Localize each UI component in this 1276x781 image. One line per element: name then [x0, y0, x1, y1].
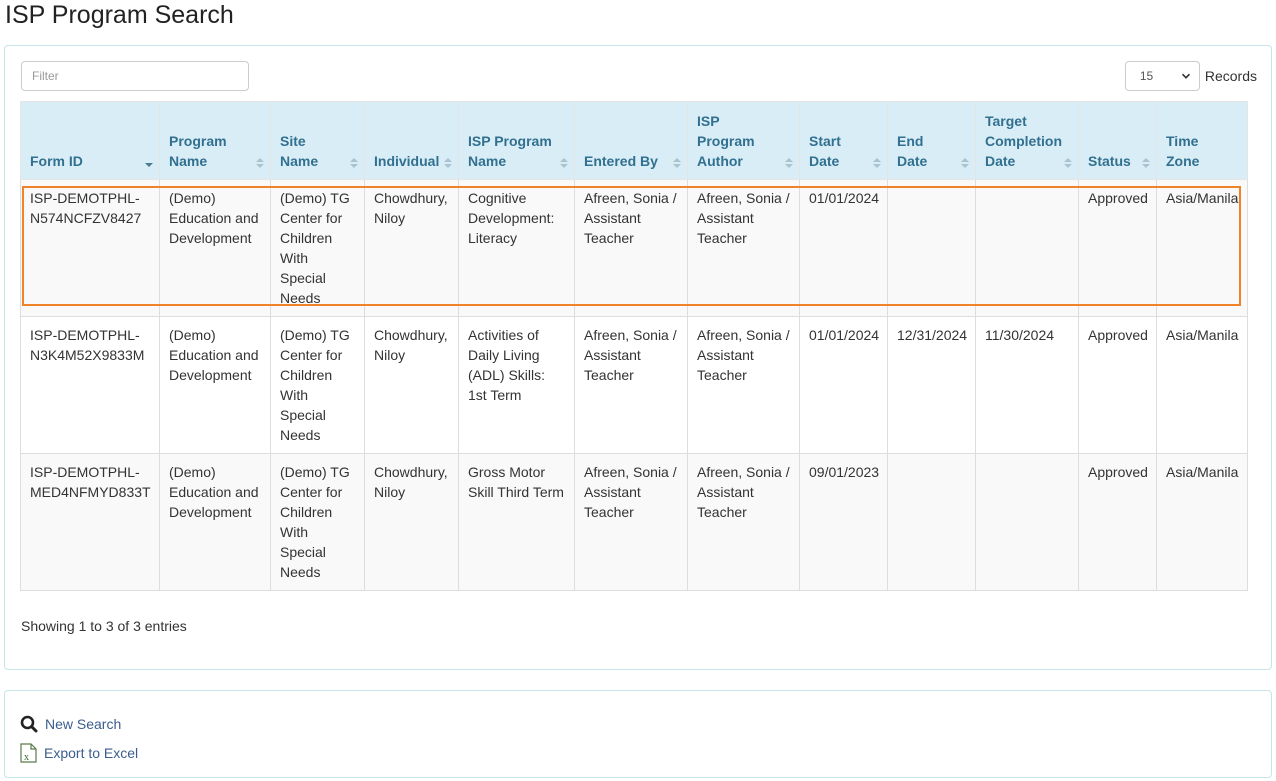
column-header-target-completion-date[interactable]: Target Completion Date — [975, 101, 1079, 180]
column-header-start-date[interactable]: Start Date — [799, 101, 888, 180]
column-header-status[interactable]: Status — [1078, 101, 1157, 180]
cell-site-name: (Demo) TG Center for Children With Speci… — [270, 179, 365, 317]
cell-status: Approved — [1078, 179, 1157, 317]
column-header-label: Target Completion Date — [985, 113, 1062, 169]
cell-entered-by: Afreen, Sonia / Assistant Teacher — [574, 316, 688, 454]
cell-target-completion-date — [975, 453, 1079, 591]
column-header-end-date[interactable]: End Date — [887, 101, 976, 180]
sort-both-icon — [1142, 158, 1150, 168]
cell-form-id: ISP-DEMOTPHL-N574NCFZV8427 — [20, 179, 160, 317]
table-header-row: Form ID Program Name Site Name Individual IS… — [20, 101, 1248, 180]
new-search-label: New Search — [45, 716, 122, 732]
sort-both-icon — [560, 158, 568, 168]
column-header-label: Individual — [374, 153, 440, 169]
column-header-label: Start Date — [809, 133, 841, 169]
cell-start-date: 01/01/2024 — [799, 179, 888, 317]
sort-both-icon — [350, 158, 358, 168]
actions-panel: New Search x Export to Excel — [4, 690, 1272, 778]
chevron-down-icon — [1181, 73, 1190, 79]
column-header-label: Status — [1088, 153, 1131, 169]
cell-time-zone: Asia/Manila — [1156, 179, 1248, 317]
column-header-isp-program-author[interactable]: ISP Program Author — [687, 101, 800, 180]
cell-entered-by: Afreen, Sonia / Assistant Teacher — [574, 453, 688, 591]
cell-isp-program-name: Activities of Daily Living (ADL) Skills:… — [458, 316, 575, 454]
cell-end-date: 12/31/2024 — [887, 316, 976, 454]
records-label: Records — [1204, 68, 1257, 84]
results-panel: 15 Records Form ID Program Name Site Name I… — [4, 45, 1272, 670]
sort-both-icon — [1064, 158, 1072, 168]
cell-isp-program-author: Afreen, Sonia / Assistant Teacher — [687, 453, 800, 591]
table-row[interactable]: ISP-DEMOTPHL-N3K4M52X9833M (Demo) Educati… — [20, 316, 1248, 454]
cell-isp-program-author: Afreen, Sonia / Assistant Teacher — [687, 316, 800, 454]
column-header-label: Time Zone — [1166, 133, 1200, 169]
cell-start-date: 01/01/2024 — [799, 316, 888, 454]
export-excel-label: Export to Excel — [44, 745, 139, 761]
column-header-label: Site Name — [280, 133, 319, 169]
cell-time-zone: Asia/Manila — [1156, 453, 1248, 591]
cell-site-name: (Demo) TG Center for Children With Speci… — [270, 453, 365, 591]
column-header-label: Program Name — [169, 133, 227, 169]
cell-status: Approved — [1078, 316, 1157, 454]
sort-both-icon — [673, 158, 681, 168]
table-row-selected[interactable]: ISP-DEMOTPHL-N574NCFZV8427 (Demo) Educati… — [20, 179, 1248, 317]
column-header-program-name[interactable]: Program Name — [159, 101, 271, 180]
cell-end-date — [887, 453, 976, 591]
column-header-site-name[interactable]: Site Name — [270, 101, 365, 180]
sort-both-icon — [256, 158, 264, 168]
column-header-label: End Date — [897, 133, 928, 169]
cell-program-name: (Demo) Education and Development — [159, 316, 271, 454]
cell-isp-program-name: Gross Motor Skill Third Term — [458, 453, 575, 591]
cell-form-id: ISP-DEMOTPHL-N3K4M52X9833M — [20, 316, 160, 454]
column-header-label: Form ID — [30, 153, 83, 169]
export-excel-link[interactable]: x Export to Excel — [20, 743, 138, 763]
cell-site-name: (Demo) TG Center for Children With Speci… — [270, 316, 365, 454]
cell-isp-program-name: Cognitive Development: Literacy — [458, 179, 575, 317]
cell-status: Approved — [1078, 453, 1157, 591]
column-header-form-id[interactable]: Form ID — [20, 101, 160, 180]
cell-entered-by: Afreen, Sonia / Assistant Teacher — [574, 179, 688, 317]
records-select[interactable]: 15 — [1124, 61, 1200, 91]
results-table: Form ID Program Name Site Name Individual IS… — [20, 101, 1248, 591]
column-header-label: ISP Program Name — [468, 133, 552, 169]
cell-program-name: (Demo) Education and Development — [159, 179, 271, 317]
records-per-page: 15 Records — [1124, 61, 1257, 91]
column-header-entered-by[interactable]: Entered By — [574, 101, 688, 180]
svg-text:x: x — [24, 752, 29, 763]
cell-individual: Chowdhury, Niloy — [364, 453, 459, 591]
cell-time-zone: Asia/Manila — [1156, 316, 1248, 454]
cell-isp-program-author: Afreen, Sonia / Assistant Teacher — [687, 179, 800, 317]
table-info: Showing 1 to 3 of 3 entries — [21, 618, 187, 634]
records-select-value: 15 — [1139, 69, 1154, 83]
sort-desc-icon — [145, 163, 153, 167]
cell-target-completion-date: 11/30/2024 — [975, 316, 1079, 454]
column-header-label: ISP Program Author — [697, 113, 755, 169]
sort-both-icon — [785, 158, 793, 168]
cell-program-name: (Demo) Education and Development — [159, 453, 271, 591]
column-header-label: Entered By — [584, 153, 658, 169]
filter-input[interactable] — [21, 61, 249, 91]
cell-target-completion-date — [975, 179, 1079, 317]
cell-individual: Chowdhury, Niloy — [364, 316, 459, 454]
cell-start-date: 09/01/2023 — [799, 453, 888, 591]
column-header-isp-program-name[interactable]: ISP Program Name — [458, 101, 575, 180]
cell-end-date — [887, 179, 976, 317]
new-search-link[interactable]: New Search — [20, 715, 121, 733]
cell-form-id: ISP-DEMOTPHL-MED4NFMYD833T — [20, 453, 160, 591]
column-header-time-zone[interactable]: Time Zone — [1156, 101, 1248, 180]
search-icon — [20, 715, 38, 733]
sort-both-icon — [444, 158, 452, 168]
sort-both-icon — [961, 158, 969, 168]
page-title: ISP Program Search — [5, 1, 234, 29]
table-row[interactable]: ISP-DEMOTPHL-MED4NFMYD833T (Demo) Educati… — [20, 453, 1248, 591]
column-header-individual[interactable]: Individual — [364, 101, 459, 180]
sort-both-icon — [873, 158, 881, 168]
excel-file-icon: x — [20, 743, 37, 763]
cell-individual: Chowdhury, Niloy — [364, 179, 459, 317]
